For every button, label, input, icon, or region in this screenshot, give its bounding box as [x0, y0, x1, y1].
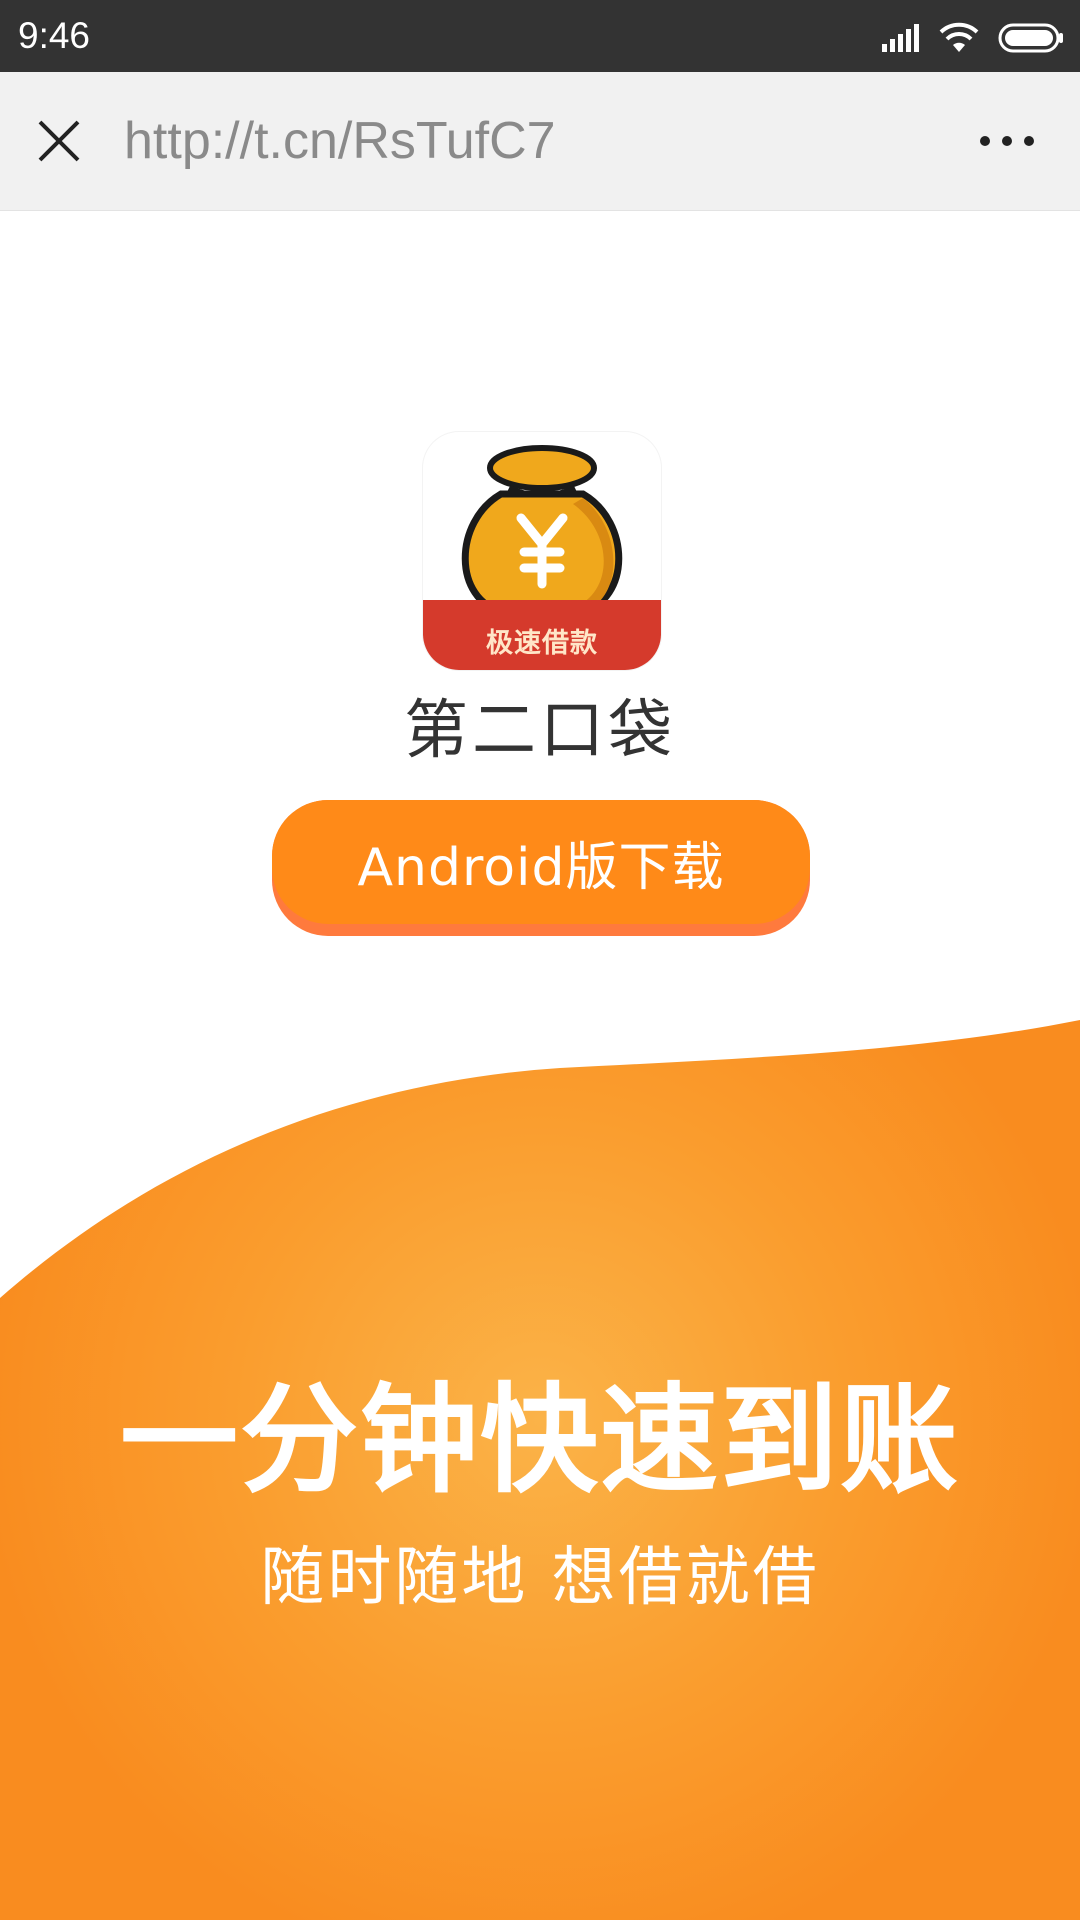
screen: 9:46 http://t.cn/RsTufC7 极速借款 第二口袋 Andro…: [0, 0, 1080, 1920]
app-name: 第二口袋: [404, 694, 676, 768]
app-icon: 极速借款: [423, 432, 661, 670]
android-download-button[interactable]: Android版下载: [272, 800, 810, 936]
banner-subtitle: 随时随地 想借就借: [260, 1541, 820, 1615]
banner-headline: 一分钟快速到账: [119, 1370, 960, 1509]
app-icon-label: 极速借款: [486, 628, 598, 659]
download-button-label: Android版下载: [357, 837, 725, 898]
orange-wave-banner: [0, 1020, 1080, 1920]
download-button-face: Android版下载: [272, 800, 810, 924]
